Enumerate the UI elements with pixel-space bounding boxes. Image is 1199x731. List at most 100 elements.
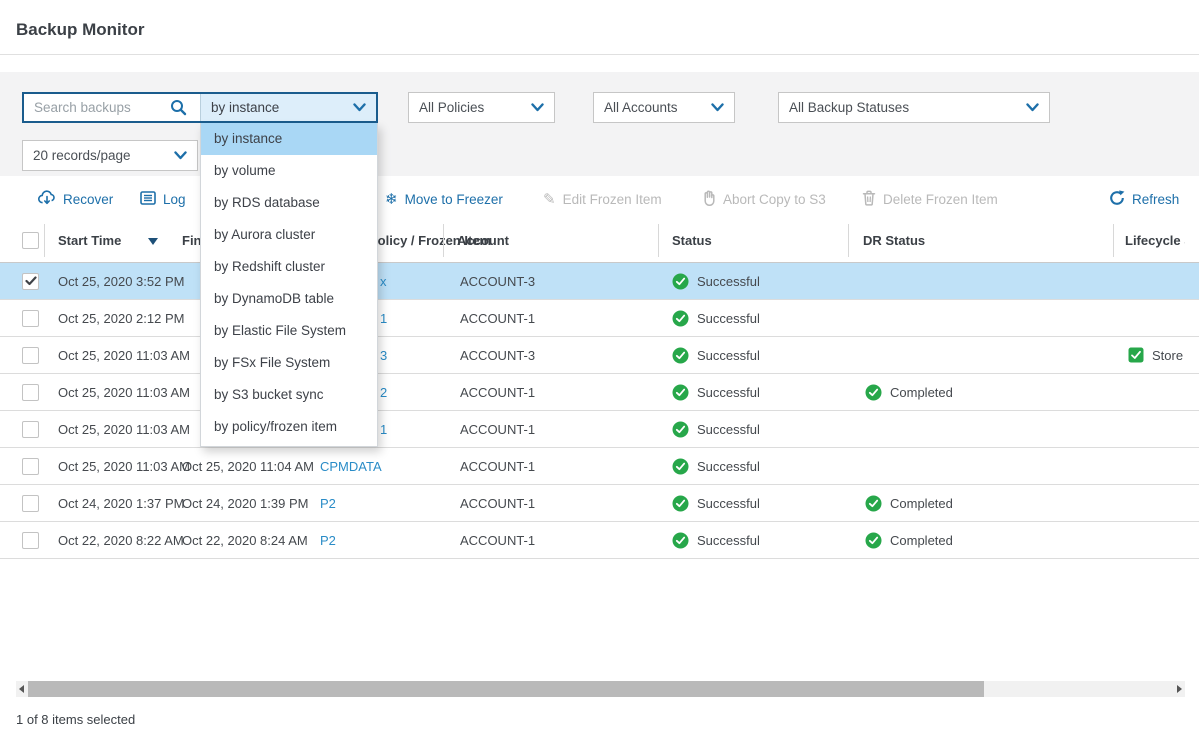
row-checkbox[interactable]	[22, 495, 39, 512]
table-row[interactable]: Oct 25, 2020 11:03 AM1ACCOUNT-1Successfu…	[0, 411, 1199, 448]
recover-label: Recover	[63, 192, 113, 207]
search-by-option-by-redshift-cluster[interactable]: by Redshift cluster	[201, 251, 377, 283]
filter-panel: by instance All Policies All Accounts Al…	[0, 72, 1199, 176]
search-by-dropdown: by instanceby volumeby RDS databaseby Au…	[200, 123, 378, 447]
column-divider	[1113, 224, 1114, 257]
backup-statuses-select[interactable]: All Backup Statuses	[778, 92, 1050, 123]
sort-descending-icon[interactable]	[148, 238, 158, 245]
refresh-label: Refresh	[1132, 192, 1179, 207]
cell-start-time: Oct 22, 2020 8:22 AM	[58, 522, 184, 558]
policy-link[interactable]: 3	[380, 337, 387, 373]
edit-frozen-item-button[interactable]: ✎ Edit Frozen Item	[543, 188, 662, 210]
scroll-right-arrow-icon[interactable]	[1177, 685, 1182, 693]
status-text: Successful	[697, 422, 760, 437]
chevron-down-icon	[711, 100, 724, 115]
policy-link[interactable]: 1	[380, 300, 387, 336]
row-checkbox[interactable]	[22, 347, 39, 364]
search-by-option-by-aurora-cluster[interactable]: by Aurora cluster	[201, 219, 377, 251]
column-divider	[658, 224, 659, 257]
column-lifecycle-status[interactable]: Lifecycle S	[1125, 233, 1185, 248]
column-account[interactable]: Account	[457, 233, 509, 248]
selection-status: 1 of 8 items selected	[16, 712, 135, 727]
table-row[interactable]: Oct 25, 2020 2:12 PM1ACCOUNT-1Successful	[0, 300, 1199, 337]
search-by-option-by-elastic-file-system[interactable]: by Elastic File System	[201, 315, 377, 347]
policy-link[interactable]: 1	[380, 411, 387, 447]
row-checkbox-cell	[22, 411, 39, 447]
table-row[interactable]: Oct 25, 2020 11:03 AM2ACCOUNT-1Successfu…	[0, 374, 1199, 411]
policy-link[interactable]: P2	[320, 522, 336, 558]
search-by-option-by-instance[interactable]: by instance	[201, 123, 377, 155]
row-checkbox[interactable]	[22, 421, 39, 438]
move-to-freezer-button[interactable]: ❄ Move to Freezer	[385, 188, 503, 210]
scrollbar-thumb[interactable]	[28, 681, 984, 697]
policy-link[interactable]: CPMDATA	[320, 448, 382, 484]
row-checkbox-cell	[22, 300, 39, 336]
log-button[interactable]: Log	[140, 188, 186, 210]
cell-dr-status: Completed	[865, 485, 953, 521]
search-by-option-by-dynamodb-table[interactable]: by DynamoDB table	[201, 283, 377, 315]
cell-account: ACCOUNT-1	[460, 374, 535, 410]
cell-status: Successful	[672, 263, 760, 299]
search-icon[interactable]	[170, 99, 187, 121]
accounts-select[interactable]: All Accounts	[593, 92, 735, 123]
search-by-option-by-fsx-file-system[interactable]: by FSx File System	[201, 347, 377, 379]
search-combo: by instance	[22, 92, 378, 123]
cell-dr-status: Completed	[865, 374, 953, 410]
search-by-select[interactable]: by instance	[200, 94, 376, 121]
table-row[interactable]: Oct 22, 2020 8:22 AMOct 22, 2020 8:24 AM…	[0, 522, 1199, 559]
row-checkbox[interactable]	[22, 384, 39, 401]
cell-status: Successful	[672, 522, 760, 558]
table-body: Oct 25, 2020 3:52 PMxACCOUNT-3Successful…	[0, 263, 1199, 559]
table-row[interactable]: Oct 24, 2020 1:37 PMOct 24, 2020 1:39 PM…	[0, 485, 1199, 522]
refresh-button[interactable]: Refresh	[1109, 188, 1179, 210]
cell-status: Successful	[672, 374, 760, 410]
search-by-option-by-policy-frozen-item[interactable]: by policy/frozen item	[201, 411, 377, 443]
check-circle-icon	[865, 384, 882, 401]
select-all-checkbox[interactable]	[22, 232, 39, 249]
records-per-page-select[interactable]: 20 records/page	[22, 140, 198, 171]
cell-finish-time: Oct 24, 2020 1:39 PM	[182, 485, 308, 521]
row-checkbox[interactable]	[22, 310, 39, 327]
column-status[interactable]: Status	[672, 233, 712, 248]
policy-link[interactable]: P2	[320, 485, 336, 521]
policies-select[interactable]: All Policies	[408, 92, 555, 123]
move-to-freezer-label: Move to Freezer	[405, 192, 503, 207]
column-divider	[443, 224, 444, 257]
abort-copy-to-s3-label: Abort Copy to S3	[723, 192, 826, 207]
abort-copy-to-s3-button[interactable]: Abort Copy to S3	[702, 188, 826, 210]
column-divider	[44, 224, 45, 257]
table-row[interactable]: Oct 25, 2020 11:03 AMOct 25, 2020 11:04 …	[0, 448, 1199, 485]
row-checkbox-cell	[22, 337, 39, 373]
accounts-value: All Accounts	[604, 100, 678, 115]
delete-frozen-item-button[interactable]: Delete Frozen Item	[862, 188, 998, 210]
cell-account: ACCOUNT-3	[460, 337, 535, 373]
cell-status: Successful	[672, 448, 760, 484]
backup-statuses-value: All Backup Statuses	[789, 100, 909, 115]
column-start-time[interactable]: Start Time	[58, 233, 121, 248]
cell-lifecycle-status: Store	[1128, 337, 1185, 373]
table-row[interactable]: Oct 25, 2020 11:03 AM3ACCOUNT-3Successfu…	[0, 337, 1199, 374]
row-checkbox[interactable]	[22, 458, 39, 475]
policy-link[interactable]: x	[380, 263, 387, 299]
status-text: Successful	[697, 496, 760, 511]
search-by-option-by-volume[interactable]: by volume	[201, 155, 377, 187]
delete-frozen-item-label: Delete Frozen Item	[883, 192, 998, 207]
column-dr-status[interactable]: DR Status	[863, 233, 925, 248]
dr-status-text: Completed	[890, 533, 953, 548]
row-checkbox[interactable]	[22, 532, 39, 549]
check-icon	[25, 276, 37, 286]
recover-button[interactable]: Recover	[38, 188, 113, 210]
row-checkbox[interactable]	[22, 273, 39, 290]
row-checkbox-cell	[22, 522, 39, 558]
search-by-option-by-s3-bucket-sync[interactable]: by S3 bucket sync	[201, 379, 377, 411]
search-by-option-by-rds-database[interactable]: by RDS database	[201, 187, 377, 219]
horizontal-scrollbar[interactable]	[16, 681, 1185, 697]
page-title: Backup Monitor	[16, 20, 144, 40]
table-header: Start Time Finish Time Policy / Frozen I…	[0, 218, 1199, 263]
status-text: Successful	[697, 459, 760, 474]
scroll-left-arrow-icon[interactable]	[19, 685, 24, 693]
cell-finish-time: Oct 25, 2020 11:04 AM	[182, 448, 314, 484]
check-circle-icon	[672, 421, 689, 438]
policy-link[interactable]: 2	[380, 374, 387, 410]
table-row[interactable]: Oct 25, 2020 3:52 PMxACCOUNT-3Successful	[0, 263, 1199, 300]
